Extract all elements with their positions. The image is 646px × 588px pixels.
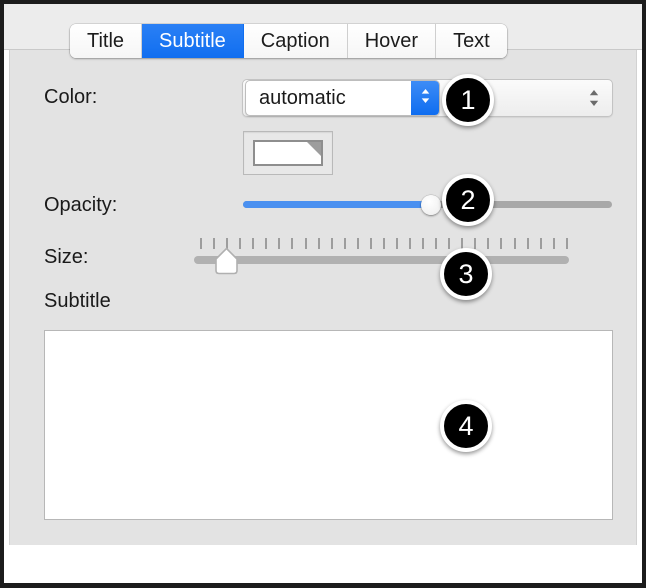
size-slider-tick: [356, 238, 359, 249]
size-slider-tick: [291, 238, 294, 249]
size-slider-tick: [317, 238, 320, 249]
size-slider-tick: [513, 238, 516, 249]
tab-subtitle[interactable]: Subtitle: [142, 24, 244, 58]
tab-bar: Title Subtitle Caption Hover Text: [70, 24, 507, 58]
window-frame-left: [0, 0, 4, 588]
window-frame-right: [642, 0, 646, 588]
tab-text[interactable]: Text: [436, 24, 507, 58]
size-slider-tick: [409, 238, 411, 249]
size-slider-tick: [304, 238, 307, 249]
window-frame-bottom: [0, 583, 646, 588]
tab-title[interactable]: Title: [70, 24, 143, 58]
swatch-fold-corner-icon: [307, 142, 321, 156]
color-label: Color:: [44, 86, 98, 108]
callout-badge-4: 4: [440, 400, 492, 452]
callout-badge-1: 1: [442, 74, 494, 126]
size-slider-tick: [565, 238, 568, 249]
size-slider[interactable]: [194, 238, 569, 275]
opacity-slider[interactable]: [243, 195, 612, 215]
size-slider-track[interactable]: [194, 256, 569, 264]
callout-badge-3: 3: [440, 248, 492, 300]
tab-subtitle-label: Subtitle: [159, 29, 226, 52]
size-slider-ticks: [200, 238, 568, 249]
size-slider-tick: [500, 238, 503, 249]
size-slider-tick: [382, 238, 385, 249]
chevron-up-down-icon: [420, 87, 431, 110]
tab-title-label: Title: [87, 29, 125, 52]
size-slider-knob[interactable]: [214, 247, 239, 275]
color-popup-pulldown-button[interactable]: [411, 81, 439, 115]
color-popup-value: automatic: [259, 86, 346, 109]
color-swatch-well[interactable]: [243, 131, 333, 175]
size-slider-tick: [252, 238, 255, 249]
subtitle-label: Subtitle: [44, 290, 111, 312]
preferences-window: Title Subtitle Caption Hover Text Color:…: [0, 0, 646, 588]
size-slider-tick: [369, 238, 372, 249]
size-slider-tick: [395, 238, 398, 249]
size-slider-tick: [422, 238, 425, 249]
tab-hover-label: Hover: [364, 29, 419, 52]
size-slider-tick: [435, 238, 438, 249]
size-slider-tick: [448, 238, 451, 249]
tab-caption-label: Caption: [260, 29, 330, 52]
size-slider-tick: [474, 238, 477, 249]
size-slider-tick: [526, 238, 529, 249]
tab-caption[interactable]: Caption: [243, 24, 348, 58]
size-label: Size:: [44, 246, 89, 268]
size-slider-tick: [552, 238, 555, 249]
chevron-up-down-icon: [588, 88, 600, 108]
subtitle-text-input[interactable]: [44, 330, 613, 520]
size-slider-tick: [539, 238, 542, 249]
color-swatch[interactable]: [253, 140, 323, 166]
size-slider-tick: [343, 238, 346, 249]
opacity-slider-fill: [243, 201, 431, 208]
opacity-label: Opacity:: [44, 194, 118, 216]
size-slider-tick: [278, 238, 281, 249]
size-slider-tick: [330, 238, 333, 249]
size-slider-tick: [239, 238, 242, 249]
size-slider-tick: [265, 238, 268, 249]
size-slider-tick: [487, 238, 490, 249]
opacity-slider-knob[interactable]: [421, 195, 441, 215]
size-slider-tick: [200, 238, 202, 249]
tab-text-label: Text: [453, 29, 490, 52]
color-popup-button[interactable]: automatic: [245, 80, 440, 116]
callout-badge-2: 2: [442, 174, 494, 226]
tab-hover[interactable]: Hover: [347, 24, 437, 58]
